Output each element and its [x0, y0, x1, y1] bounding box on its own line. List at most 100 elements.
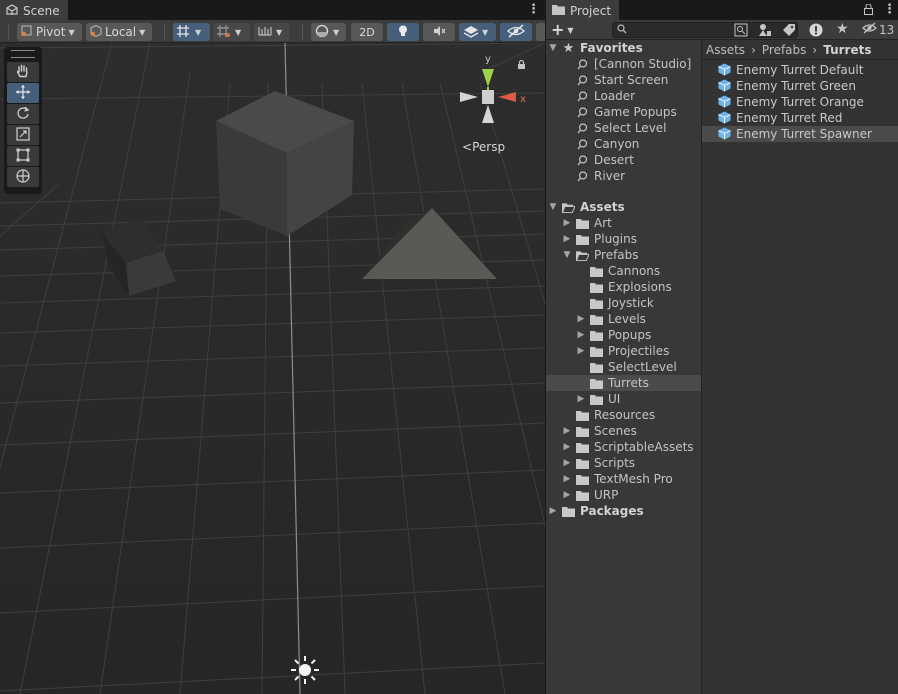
- expand-arrow-right-icon[interactable]: ▶: [562, 490, 572, 500]
- folder-icon: [576, 409, 589, 421]
- snap-increment-toggle[interactable]: ▼: [213, 23, 250, 41]
- asset-item[interactable]: Enemy Turret Spawner: [702, 126, 898, 142]
- asset-item[interactable]: Enemy Turret Default: [702, 62, 898, 78]
- assets-header[interactable]: ▼ Assets: [546, 199, 701, 215]
- project-menu-icon[interactable]: ⋮: [883, 2, 896, 18]
- folder-item[interactable]: ▶ URP: [546, 487, 701, 503]
- favorite-item[interactable]: River: [546, 168, 701, 184]
- favorite-item[interactable]: Game Popups: [546, 104, 701, 120]
- expand-arrow-down-icon[interactable]: ▼: [548, 202, 558, 212]
- directional-light-icon[interactable]: [291, 656, 319, 684]
- increment-snap-dropdown[interactable]: ▼: [254, 23, 290, 41]
- folder-item[interactable]: ▶ Levels: [546, 311, 701, 327]
- scene-window: Scene ⋮ Pivot ▼ Local ▼ ▼ ▼ ▼ ▼ 2D ▼ y x…: [0, 0, 545, 694]
- folder-item[interactable]: ▶ Scenes: [546, 423, 701, 439]
- tab-scene[interactable]: Scene: [0, 0, 68, 20]
- favorite-item[interactable]: Start Screen: [546, 72, 701, 88]
- folder-item[interactable]: ▶ Plugins: [546, 231, 701, 247]
- project-asset-list: Assets › Prefabs › Turrets Enemy Turret …: [702, 40, 898, 694]
- create-button[interactable]: + ▼: [551, 22, 581, 38]
- console-errors-icon[interactable]: [809, 23, 823, 40]
- expand-arrow-right-icon[interactable]: ▶: [548, 506, 558, 516]
- tab-project[interactable]: Project: [546, 0, 620, 20]
- hand-tool-button[interactable]: [7, 62, 39, 82]
- breadcrumb-assets[interactable]: Assets: [706, 43, 745, 57]
- draw-mode-dropdown[interactable]: ▼: [311, 23, 346, 41]
- expand-arrow-right-icon[interactable]: ▶: [562, 234, 572, 244]
- favorite-item[interactable]: Select Level: [546, 120, 701, 136]
- expand-arrow-down-icon[interactable]: ▼: [548, 43, 558, 53]
- folder-item[interactable]: ▶ Scripts: [546, 455, 701, 471]
- filter-by-type-icon[interactable]: [758, 23, 772, 40]
- folder-item[interactable]: Joystick: [546, 295, 701, 311]
- hidden-packages-toggle[interactable]: 13: [862, 22, 894, 37]
- effects-dropdown[interactable]: ▼: [459, 23, 496, 41]
- mode-2d-toggle[interactable]: 2D: [351, 23, 383, 41]
- move-tool-button[interactable]: [7, 83, 39, 103]
- search-icon: [576, 170, 589, 182]
- folder-item[interactable]: ▶ Projectiles: [546, 343, 701, 359]
- scene-tab-icon: [6, 3, 18, 19]
- folder-item[interactable]: Turrets: [546, 375, 701, 391]
- expand-arrow-right-icon[interactable]: ▶: [576, 346, 586, 356]
- audio-toggle[interactable]: [423, 23, 455, 41]
- folder-item[interactable]: SelectLevel: [546, 359, 701, 375]
- folder-item[interactable]: ▶ UI: [546, 391, 701, 407]
- folder-icon: [576, 457, 589, 469]
- pivot-dropdown[interactable]: Pivot ▼: [17, 23, 82, 41]
- overlay-grip[interactable]: [11, 50, 35, 58]
- grid-snap-toggle[interactable]: ▼: [173, 23, 210, 41]
- prefab-cube-icon: [718, 111, 731, 127]
- lighting-toggle[interactable]: [387, 23, 419, 41]
- breadcrumb-prefabs[interactable]: Prefabs: [762, 43, 807, 57]
- expand-arrow-right-icon[interactable]: ▶: [562, 474, 572, 484]
- folder-item[interactable]: ▶ TextMesh Pro: [546, 471, 701, 487]
- folder-item-label: URP: [594, 488, 619, 502]
- prefab-cube-icon: [718, 95, 731, 111]
- asset-item[interactable]: Enemy Turret Green: [702, 78, 898, 94]
- rect-tool-button[interactable]: [7, 146, 39, 166]
- folder-item[interactable]: ▶ Art: [546, 215, 701, 231]
- mode-2d-label: 2D: [359, 25, 375, 39]
- folder-item[interactable]: Resources: [546, 407, 701, 423]
- breadcrumb-turrets[interactable]: Turrets: [823, 43, 871, 57]
- folder-item[interactable]: ▶ ScriptableAssets: [546, 439, 701, 455]
- lock-icon[interactable]: [864, 3, 873, 18]
- toolbar-separator: [302, 24, 303, 40]
- expand-arrow-right-icon[interactable]: ▶: [562, 442, 572, 452]
- favorite-item[interactable]: Desert: [546, 152, 701, 168]
- expand-arrow-right-icon[interactable]: ▶: [562, 426, 572, 436]
- scene-menu-icon[interactable]: ⋮: [527, 2, 540, 18]
- folder-item[interactable]: Explosions: [546, 279, 701, 295]
- gizmos-toggle[interactable]: [536, 23, 545, 41]
- scale-tool-button[interactable]: [7, 125, 39, 145]
- tools-overlay: [4, 47, 42, 194]
- expand-arrow-right-icon[interactable]: ▶: [562, 218, 572, 228]
- expand-arrow-down-icon[interactable]: ▼: [562, 250, 572, 260]
- asset-item[interactable]: Enemy Turret Orange: [702, 94, 898, 110]
- favorites-header[interactable]: ▼ ★ Favorites: [546, 40, 701, 56]
- favorite-item[interactable]: [Cannon Studio]: [546, 56, 701, 72]
- expand-arrow-right-icon[interactable]: ▶: [576, 314, 586, 324]
- search-by-type-icon[interactable]: [734, 23, 748, 40]
- camera-view-label[interactable]: <Persp: [462, 140, 505, 154]
- transform-tool-button[interactable]: [7, 167, 39, 187]
- folder-item[interactable]: Cannons: [546, 263, 701, 279]
- folder-item[interactable]: ▼ Prefabs: [546, 247, 701, 263]
- expand-arrow-right-icon[interactable]: ▶: [562, 458, 572, 468]
- favorite-star-icon[interactable]: ★: [836, 22, 849, 36]
- filter-by-label-icon[interactable]: [782, 23, 796, 40]
- local-dropdown[interactable]: Local ▼: [86, 23, 152, 41]
- favorite-item[interactable]: Canyon: [546, 136, 701, 152]
- search-icon: [576, 154, 589, 166]
- visibility-toggle[interactable]: [500, 23, 532, 41]
- scene-viewport[interactable]: y x <Persp: [0, 43, 545, 694]
- asset-item[interactable]: Enemy Turret Red: [702, 110, 898, 126]
- search-icon: [576, 122, 589, 134]
- packages-header[interactable]: ▶ Packages: [546, 503, 701, 519]
- expand-arrow-right-icon[interactable]: ▶: [576, 330, 586, 340]
- folder-item[interactable]: ▶ Popups: [546, 327, 701, 343]
- favorite-item[interactable]: Loader: [546, 88, 701, 104]
- rotate-tool-button[interactable]: [7, 104, 39, 124]
- expand-arrow-right-icon[interactable]: ▶: [576, 394, 586, 404]
